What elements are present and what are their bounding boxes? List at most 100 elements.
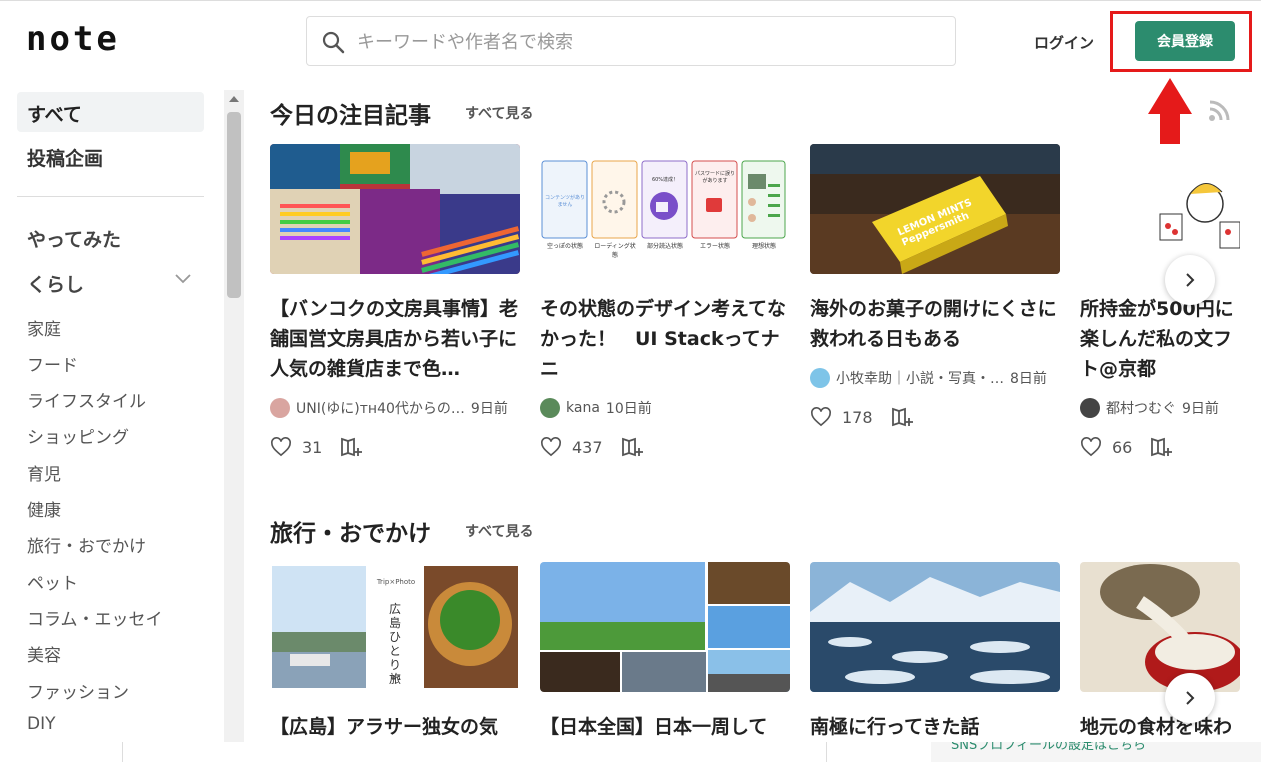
author-name[interactable]: 都村つむぐ xyxy=(1106,398,1176,418)
article-card[interactable]: 【日本全国】日本一周して xyxy=(540,562,790,742)
carousel-next-button[interactable] xyxy=(1165,255,1215,305)
article-card[interactable]: LEMON MINTS Peppersmith 海外のお菓子の開けにくさに救われ… xyxy=(810,144,1060,428)
article-thumbnail[interactable] xyxy=(270,144,520,274)
ui-stack-label: パスワードに誤りがあります xyxy=(694,171,735,184)
article-card[interactable]: Trip×Photo 広島ひとり旅 #1 【広島】アラサー独女の気 xyxy=(270,562,520,742)
article-title[interactable]: 【日本全国】日本一周して xyxy=(540,712,790,742)
search-box[interactable] xyxy=(306,16,956,66)
article-card[interactable]: コンテンツがありません 空っぽの状態 ローディング状態 60%達成！ 部分読込状… xyxy=(540,144,790,458)
author-name[interactable]: UNI(ゆに)ᴛʜ40代からの… xyxy=(296,398,465,418)
ui-stack-label: ローディング状態 xyxy=(594,243,636,259)
add-to-magazine-icon[interactable] xyxy=(891,406,915,428)
post-time: 8日前 xyxy=(1010,371,1047,387)
article-title[interactable]: 南極に行ってきた話 xyxy=(810,712,1060,742)
article-card[interactable]: 所持金が500円に楽しんだ私の文フト@京都 都村つむぐ 9日前 66 xyxy=(1080,144,1240,458)
article-title[interactable]: 海外のお菓子の開けにくさに救われる日もある xyxy=(810,294,1060,354)
like-count: 437 xyxy=(572,437,603,457)
add-to-magazine-icon[interactable] xyxy=(621,436,645,458)
search-input[interactable] xyxy=(357,27,937,57)
article-thumbnail[interactable]: コンテンツがありません 空っぽの状態 ローディング状態 60%達成！ 部分読込状… xyxy=(540,144,790,274)
chevron-right-icon xyxy=(1186,691,1195,705)
top-border xyxy=(0,0,1261,1)
heart-icon[interactable] xyxy=(540,437,562,457)
sidebar-subitem[interactable]: ライフスタイル xyxy=(27,387,146,412)
colored-pencils-image xyxy=(270,144,520,274)
sidebar-subitem[interactable]: 健康 xyxy=(27,496,61,521)
sidebar-subitem[interactable]: 旅行・おでかけ xyxy=(27,532,146,557)
sidebar-scrollbar[interactable] xyxy=(224,90,244,742)
sidebar-item-all[interactable]: すべて xyxy=(17,92,204,132)
see-all-link[interactable]: すべて見る xyxy=(465,103,533,123)
sidebar-item-kurashi[interactable]: くらし xyxy=(27,270,84,297)
note-logo[interactable]: note xyxy=(26,22,120,56)
sidebar-subitem[interactable]: ショッピング xyxy=(27,423,129,448)
sidebar-subitem[interactable]: ファッション xyxy=(27,678,129,703)
ui-stack-label: エラー状態 xyxy=(699,243,730,250)
sidebar-subitem[interactable]: コラム・エッセイ xyxy=(27,605,163,630)
article-title[interactable]: 地元の食材を味わ xyxy=(1080,712,1240,742)
add-to-magazine-icon[interactable] xyxy=(1150,436,1174,458)
sidebar-item-tried[interactable]: やってみた xyxy=(27,225,121,252)
author-name[interactable]: 小牧幸助｜小説・写真・… xyxy=(836,368,1004,388)
heart-icon[interactable] xyxy=(270,437,292,457)
like-count: 66 xyxy=(1112,437,1133,457)
article-title[interactable]: 【バンコクの文房具事情】老舗国営文房具店から若い子に人気の雑貨店まで色… xyxy=(270,294,520,384)
article-title[interactable]: その状態のデザイン考えてなかった！ UI Stackってナニ xyxy=(540,294,790,384)
sidebar-subitem[interactable]: DIY xyxy=(27,714,56,734)
section-title-travel: 旅行・おでかけ xyxy=(270,521,431,547)
illustration-image xyxy=(1159,183,1240,249)
article-title[interactable]: 所持金が500円に楽しんだ私の文フト@京都 xyxy=(1080,294,1240,384)
author-name[interactable]: kana xyxy=(566,400,600,416)
article-card[interactable]: 南極に行ってきた話 xyxy=(810,562,1060,742)
article-thumbnail[interactable] xyxy=(1080,562,1240,692)
article-author[interactable]: 都村つむぐ 9日前 xyxy=(1080,398,1240,418)
chevron-down-icon[interactable] xyxy=(175,274,191,284)
sidebar-subitem[interactable]: 家庭 xyxy=(27,315,61,340)
scrollbar-thumb[interactable] xyxy=(227,112,241,298)
article-thumbnail[interactable] xyxy=(1080,144,1240,274)
article-author[interactable]: 小牧幸助｜小説・写真・… 8日前 xyxy=(810,368,1060,388)
article-author[interactable]: kana 10日前 xyxy=(540,398,790,418)
sns-profile-banner[interactable]: SNSプロフィールの設定はこちら xyxy=(931,742,1261,762)
sidebar-subitem[interactable]: 美容 xyxy=(27,641,61,666)
heart-icon[interactable] xyxy=(1080,437,1102,457)
footer-divider xyxy=(826,742,930,762)
sidebar-divider xyxy=(17,196,204,197)
article-card[interactable]: 地元の食材を味わ xyxy=(1080,562,1240,742)
post-time: 10日前 xyxy=(605,401,652,417)
ui-stack-label: 部分読込状態 xyxy=(646,243,683,250)
avatar xyxy=(1080,398,1100,418)
article-thumbnail[interactable] xyxy=(810,562,1060,692)
article-card[interactable]: 【バンコクの文房具事情】老舗国営文房具店から若い子に人気の雑貨店まで色… UNI… xyxy=(270,144,520,458)
like-count: 178 xyxy=(842,407,873,427)
article-stats: 66 xyxy=(1080,436,1240,458)
carousel-next-button[interactable] xyxy=(1165,673,1215,723)
sidebar-subitem[interactable]: フード xyxy=(27,351,78,376)
article-author[interactable]: UNI(ゆに)ᴛʜ40代からの… 9日前 xyxy=(270,398,520,418)
scroll-up-arrow-icon[interactable] xyxy=(229,96,239,102)
article-stats: 178 xyxy=(810,406,1060,428)
article-thumbnail[interactable]: LEMON MINTS Peppersmith xyxy=(810,144,1060,274)
sidebar-item-projects[interactable]: 投稿企画 xyxy=(27,144,103,171)
heart-icon[interactable] xyxy=(810,407,832,427)
article-thumbnail[interactable] xyxy=(540,562,790,692)
chevron-right-icon xyxy=(1186,273,1195,287)
add-to-magazine-icon[interactable] xyxy=(340,436,364,458)
login-link[interactable]: ログイン xyxy=(1034,32,1094,53)
hiroshima-subtitle: Trip×Photo xyxy=(376,578,416,586)
sns-profile-text[interactable]: SNSプロフィールの設定はこちら xyxy=(951,742,1146,753)
sidebar-subitem[interactable]: ペット xyxy=(27,569,78,594)
signup-button[interactable]: 会員登録 xyxy=(1135,21,1235,61)
sidebar: すべて 投稿企画 やってみた くらし 家庭 フード ライフスタイル ショッピング… xyxy=(0,88,222,762)
footer-divider xyxy=(122,742,142,762)
post-time: 9日前 xyxy=(470,401,508,417)
rss-icon[interactable] xyxy=(1208,100,1230,122)
article-title[interactable]: 【広島】アラサー独女の気 xyxy=(270,712,520,742)
see-all-link[interactable]: すべて見る xyxy=(465,521,533,541)
avatar xyxy=(540,398,560,418)
sidebar-subitem[interactable]: 育児 xyxy=(27,460,61,485)
ui-stack-diagram-image xyxy=(541,160,786,239)
avatar xyxy=(270,398,290,418)
article-thumbnail[interactable]: Trip×Photo 広島ひとり旅 #1 xyxy=(270,562,520,692)
avatar xyxy=(810,368,830,388)
